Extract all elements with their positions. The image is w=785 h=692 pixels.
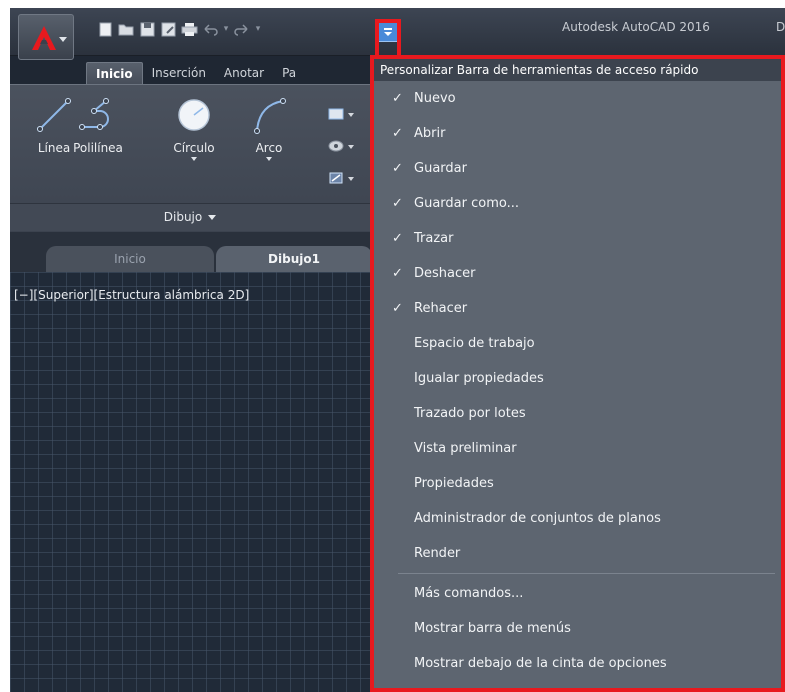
checkmark-icon: ✓ [392,266,403,281]
menu-item-label: Mostrar barra de menús [414,621,571,636]
autocad-logo-icon [31,25,57,55]
circulo-label: Círculo [173,141,215,155]
redo-icon[interactable] [233,20,251,38]
menu-extra-items: Más comandos... Mostrar barra de menús Mos… [374,576,781,681]
menu-item-label: Nuevo [414,91,456,106]
rectangle-tool[interactable] [328,99,376,131]
menu-item-guardar[interactable]: ✓ Guardar [374,151,781,186]
hatch-tool[interactable] [328,131,376,163]
menu-item-label: Propiedades [414,476,494,491]
open-icon[interactable] [117,20,135,38]
circulo-button[interactable]: Círculo [168,89,220,161]
chevron-down-icon [208,215,217,220]
small-draw-tools [328,99,376,195]
menu-item-propiedades[interactable]: Propiedades [374,466,781,501]
arco-dropdown-icon[interactable] [266,157,272,161]
circulo-dropdown-icon[interactable] [191,157,197,161]
polyline-icon [72,89,124,141]
menu-item-label: Espacio de trabajo [414,336,535,351]
menu-header: Personalizar Barra de herramientas de ac… [374,55,781,81]
app-title: Autodesk AutoCAD 2016 [562,20,710,34]
panel-title-label: Dibujo [163,210,203,224]
menu-item-label: Vista preliminar [414,441,517,456]
undo-icon[interactable] [201,20,219,38]
menu-item-mostrar-barra-de-menus[interactable]: Mostrar barra de menús [374,611,781,646]
new-icon[interactable] [96,20,114,38]
menu-item-deshacer[interactable]: ✓ Deshacer [374,256,781,291]
chevron-down-icon[interactable] [348,177,354,181]
arco-button[interactable]: Arco [243,89,295,161]
menu-item-label: Trazado por lotes [414,406,526,421]
menu-item-mas-comandos[interactable]: Más comandos... [374,576,781,611]
undo-dropdown-icon[interactable]: ▾ [222,20,230,38]
application-menu-button[interactable] [18,14,74,60]
chevron-down-icon[interactable] [348,113,354,117]
menu-item-vista-preliminar[interactable]: Vista preliminar [374,431,781,466]
menu-item-administrador-de-conjuntos-de-planos[interactable]: Administrador de conjuntos de planos [374,501,781,536]
menu-item-igualar-propiedades[interactable]: Igualar propiedades [374,361,781,396]
menu-item-guardar-como[interactable]: ✓ Guardar como... [374,186,781,221]
tab-parametrico[interactable]: Pa [273,62,305,84]
viewport-controls[interactable]: [−][Superior][Estructura alámbrica 2D] [14,288,249,302]
checkmark-icon: ✓ [392,301,403,316]
polilinea-button[interactable]: Polilínea [72,89,124,155]
menu-item-espacio-de-trabajo[interactable]: Espacio de trabajo [374,326,781,361]
customize-qat-menu: Personalizar Barra de herramientas de ac… [370,55,785,692]
autocad-window: ▾ ▾ Autodesk AutoCAD 2016 D Inicio Inser… [10,8,785,692]
menu-item-label: Igualar propiedades [414,371,544,386]
menu-item-nuevo[interactable]: ✓ Nuevo [374,81,781,116]
checkmark-icon: ✓ [392,161,403,176]
menu-item-label: Guardar como... [414,196,519,211]
circle-icon [168,89,220,141]
menu-item-label: Administrador de conjuntos de planos [414,511,661,526]
menu-item-label: Trazar [414,231,454,246]
menu-item-label: Abrir [414,126,446,141]
menu-item-abrir[interactable]: ✓ Abrir [374,116,781,151]
menu-item-trazar[interactable]: ✓ Trazar [374,221,781,256]
checkmark-icon: ✓ [392,231,403,246]
quick-access-toolbar: ▾ ▾ [96,18,262,40]
checkmark-icon: ✓ [392,91,403,106]
file-tab-drawing[interactable]: Dibujo1 [216,246,372,272]
menu-items: ✓ Nuevo ✓ Abrir ✓ Guardar ✓ Guardar como... ✓ Tra… [374,81,781,571]
save-icon[interactable] [138,20,156,38]
arc-icon [243,89,295,141]
plot-icon[interactable] [180,20,198,38]
checkmark-icon: ✓ [392,126,403,141]
tab-inicio[interactable]: Inicio [86,62,143,84]
ribbon-tabs: Inicio Inserción Anotar Pa [86,60,305,84]
menu-item-label: Más comandos... [414,586,524,601]
tab-insercion[interactable]: Inserción [143,62,215,84]
tab-anotar[interactable]: Anotar [215,62,273,84]
polilinea-label: Polilínea [73,141,123,155]
menu-item-label: Render [414,546,461,561]
save-as-icon[interactable] [159,20,177,38]
redo-dropdown-icon[interactable]: ▾ [254,20,262,38]
menu-item-label: Mostrar debajo de la cinta de opciones [414,656,667,671]
gradient-tool[interactable] [328,163,376,195]
hatch-icon [328,138,344,157]
panel-title-dibujo[interactable]: Dibujo [10,203,370,231]
arco-label: Arco [255,141,283,155]
menu-item-mostrar-debajo-de-la-cinta-de-opciones[interactable]: Mostrar debajo de la cinta de opciones [374,646,781,681]
gradient-icon [328,170,344,189]
checkmark-icon: ✓ [392,196,403,211]
menu-item-label: Deshacer [414,266,476,281]
chevron-down-icon[interactable] [348,145,354,149]
rectangle-icon [328,106,344,125]
menu-item-trazado-por-lotes[interactable]: Trazado por lotes [374,396,781,431]
file-tab-start[interactable]: Inicio [46,246,214,272]
menu-item-label: Rehacer [414,301,468,316]
qat-customize-highlight [375,19,401,55]
chevron-down-icon [59,37,67,42]
menu-separator [398,573,775,574]
menu-item-rehacer[interactable]: ✓ Rehacer [374,291,781,326]
menu-item-render[interactable]: Render [374,536,781,571]
app-title-trailing: D [776,20,785,34]
menu-item-label: Guardar [414,161,467,176]
